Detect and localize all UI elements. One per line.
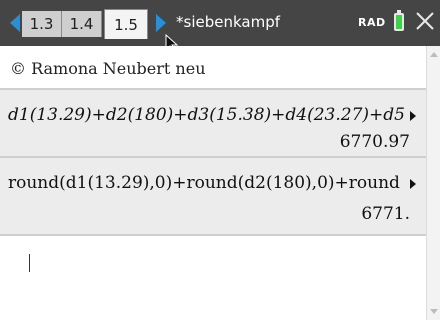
more-right-icon	[410, 111, 416, 121]
scroll-up-icon[interactable]	[430, 52, 438, 57]
angle-mode-indicator: RAD	[358, 16, 386, 29]
battery-icon	[394, 10, 404, 31]
history-entry[interactable]: round(d1(13.29),0)+round(d2(180),0)+roun…	[0, 158, 426, 234]
scroll-down-icon[interactable]	[430, 309, 438, 314]
expression: round(d1(13.29),0)+round(d2(180),0)+roun…	[8, 173, 400, 193]
result: 6770.97	[339, 132, 410, 152]
tab-label: 1.3	[29, 15, 54, 33]
tab-1-3[interactable]: 1.3	[22, 11, 62, 37]
comment-row[interactable]: © Ramona Neubert neu	[0, 46, 426, 88]
document-title: *siebenkampf	[176, 13, 280, 31]
scrollbar[interactable]	[426, 46, 440, 320]
tab-1-5[interactable]: 1.5	[104, 9, 148, 39]
scroll-tabs-right-icon[interactable]	[156, 14, 166, 32]
more-right-icon	[410, 179, 416, 189]
tab-label: 1.5	[114, 16, 138, 34]
calculator-history: © Ramona Neubert neu d1(13.29)+d2(180)+d…	[0, 46, 426, 320]
tab-label: 1.4	[69, 15, 94, 33]
result: 6771.	[361, 204, 410, 224]
close-icon[interactable]	[414, 10, 436, 32]
scroll-tabs-left-icon[interactable]	[10, 14, 20, 32]
tab-1-4[interactable]: 1.4	[62, 11, 102, 37]
entry-line-caret[interactable]	[29, 254, 30, 272]
history-entry[interactable]: d1(13.29)+d2(180)+d3(15.38)+d4(23.27)+d5…	[0, 90, 426, 156]
comment-text: © Ramona Neubert neu	[10, 59, 206, 78]
expression: d1(13.29)+d2(180)+d3(15.38)+d4(23.27)+d5	[8, 105, 405, 125]
divider	[0, 234, 426, 236]
toolbar: 1.3 1.4 1.5 *siebenkampf RAD	[0, 0, 440, 46]
